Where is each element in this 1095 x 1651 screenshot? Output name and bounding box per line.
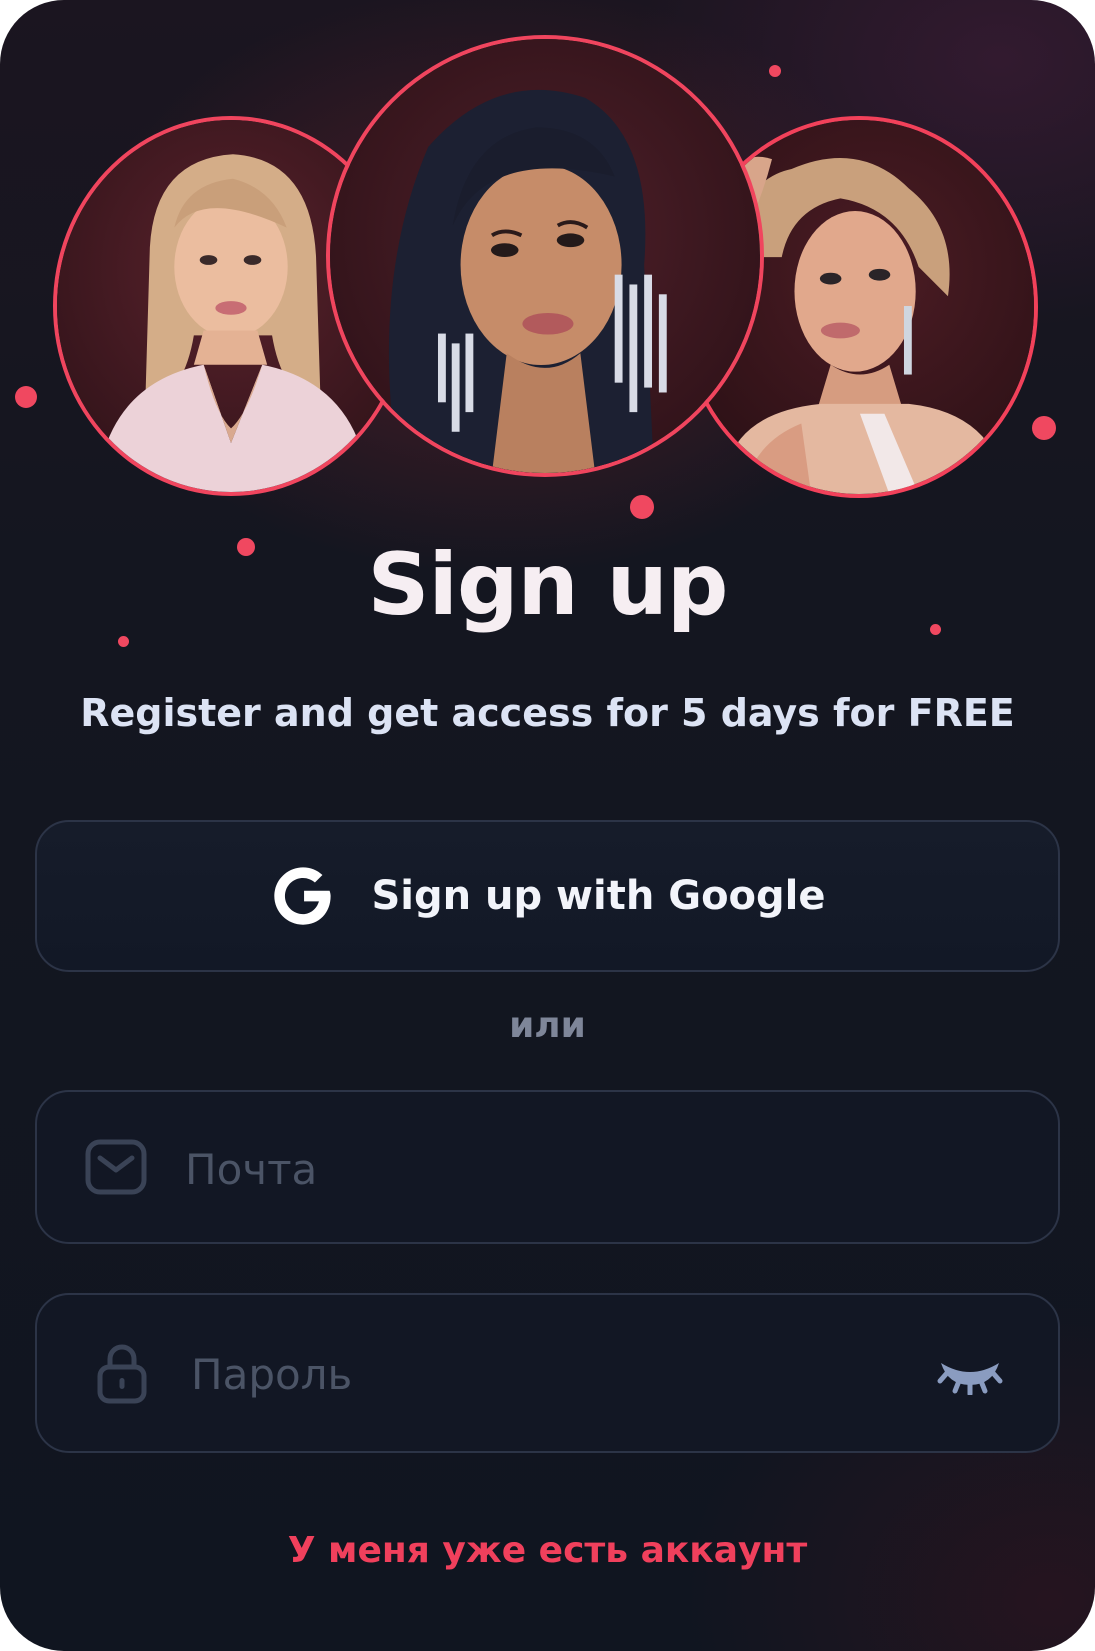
google-signup-button[interactable]: Sign up with Google — [35, 820, 1060, 972]
password-field — [35, 1293, 1060, 1453]
email-field — [35, 1090, 1060, 1244]
decor-dot — [118, 636, 129, 647]
login-link[interactable]: У меня уже есть аккаунт — [0, 1530, 1095, 1571]
page-subtitle: Register and get access for 5 days for F… — [80, 691, 1015, 735]
google-signup-label: Sign up with Google — [371, 873, 826, 919]
page-title: Sign up — [367, 535, 729, 635]
closed-eye-icon[interactable] — [937, 1355, 1003, 1395]
signup-card: Sign up Register and get access for 5 da… — [0, 0, 1095, 1651]
lock-icon — [97, 1344, 147, 1404]
email-input[interactable] — [183, 1138, 887, 1200]
password-input[interactable] — [189, 1343, 893, 1405]
decor-dot — [630, 495, 654, 519]
decor-dot — [769, 65, 781, 77]
avatar-center — [326, 35, 764, 477]
google-g-icon — [274, 867, 332, 925]
decor-dot — [15, 386, 37, 408]
mail-icon — [85, 1139, 147, 1195]
or-divider: или — [509, 1005, 586, 1046]
decor-dot — [1032, 416, 1056, 440]
